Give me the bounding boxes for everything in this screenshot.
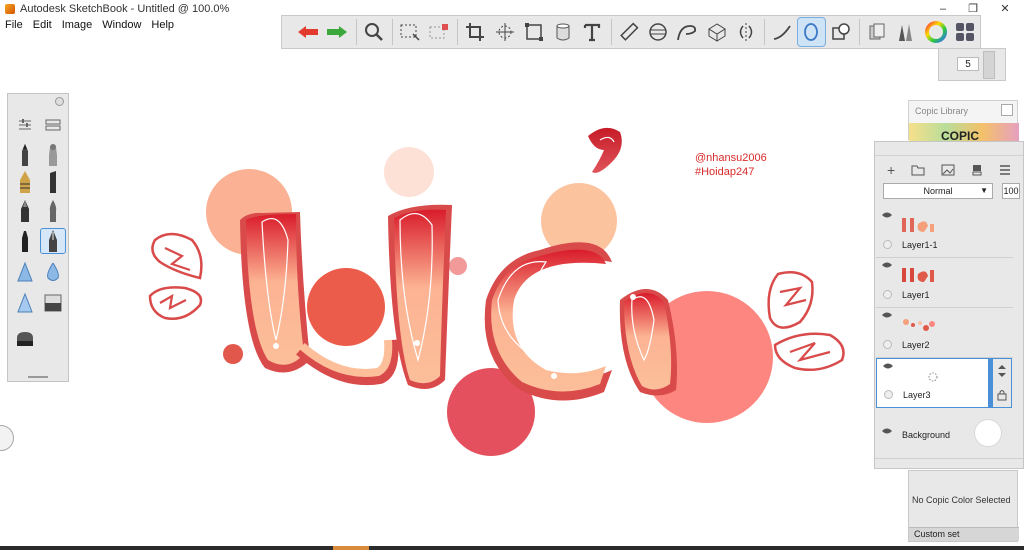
layer-thumbnail: [902, 218, 934, 232]
layers-tools: +: [875, 158, 1023, 182]
watermark-handle: @nhansu2006: [695, 152, 767, 164]
layer-row[interactable]: Layer1: [876, 258, 1013, 308]
layer-thumbnail: [903, 319, 935, 331]
leaf-left-top: [151, 232, 203, 280]
layer-row-selected[interactable]: Layer3: [876, 358, 989, 408]
add-group-icon[interactable]: [911, 164, 925, 176]
watermark-hashtag: #Hoidap247: [695, 166, 755, 178]
layer-thumbnail: [928, 372, 938, 382]
accent-mark: [588, 127, 622, 173]
lock-icon[interactable]: [997, 389, 1007, 401]
layer-menu-icon[interactable]: [999, 165, 1011, 175]
eye-icon[interactable]: [882, 312, 892, 318]
layer-name: Layer3: [903, 390, 931, 400]
watermark-text: @nhansu2006 #Hoidap247: [695, 151, 767, 179]
blend-mode-select[interactable]: Normal ▼: [883, 183, 993, 199]
chevron-down-icon: ▼: [980, 186, 988, 195]
copic-set-selector[interactable]: Custom set: [909, 527, 1019, 541]
copic-color-panel: No Copic Color Selected Custom set: [908, 470, 1019, 542]
eye-icon[interactable]: [882, 428, 892, 434]
copic-close-button[interactable]: [1001, 104, 1013, 116]
layer-name: Layer2: [902, 340, 930, 350]
circle-small: [449, 257, 467, 275]
copic-library-title: Copic Library: [915, 106, 969, 116]
background-layer-row[interactable]: Background: [876, 412, 1023, 456]
blend-mode-value: Normal: [923, 186, 953, 196]
layers-panel-header: [875, 142, 1023, 156]
taskbar-active-item[interactable]: [333, 546, 369, 550]
layer-row[interactable]: Layer2: [876, 308, 1013, 358]
layer-thumbnail: [902, 268, 934, 282]
layer-name: Layer1: [902, 290, 930, 300]
artwork-canvas[interactable]: [0, 0, 1024, 550]
layer-options-strip: [989, 358, 1012, 408]
copic-library-panel: Copic Library COPIC: [908, 100, 1019, 143]
circle-light: [384, 147, 434, 197]
eye-icon[interactable]: [883, 363, 893, 369]
add-image-icon[interactable]: [941, 164, 955, 176]
layer-name: Layer1-1: [902, 240, 938, 250]
merge-layer-icon[interactable]: [971, 164, 983, 176]
layer-visibility-dot[interactable]: [883, 290, 892, 299]
copic-status-text: No Copic Color Selected: [912, 495, 1011, 505]
layer-row[interactable]: Layer1-1: [876, 208, 1013, 258]
sketchbook-window: Autodesk SketchBook - Untitled @ 100.0% …: [0, 0, 1024, 550]
background-layer-name: Background: [902, 430, 951, 440]
layer-visibility-dot[interactable]: [883, 340, 892, 349]
layer-visibility-dot[interactable]: [884, 390, 893, 399]
layer-visibility-dot[interactable]: [883, 240, 892, 249]
add-layer-icon[interactable]: +: [887, 162, 895, 178]
layers-panel-grip[interactable]: [875, 458, 1023, 468]
reorder-arrows-icon[interactable]: [996, 364, 1008, 378]
letter-a: [619, 289, 677, 396]
circle-tiny: [223, 344, 243, 364]
eye-icon[interactable]: [882, 262, 892, 268]
leaf-left-bottom: [148, 286, 203, 320]
circle-red: [307, 268, 385, 346]
layer-opacity-field[interactable]: 100: [1002, 183, 1020, 199]
eye-icon[interactable]: [882, 212, 892, 218]
leaf-right-bottom: [773, 332, 845, 371]
layers-panel: + Normal ▼ 100 Layer1-1 Layer1 Layer2 La…: [874, 141, 1024, 469]
background-color-swatch[interactable]: [974, 419, 1002, 447]
taskbar-strip: [0, 546, 1024, 550]
